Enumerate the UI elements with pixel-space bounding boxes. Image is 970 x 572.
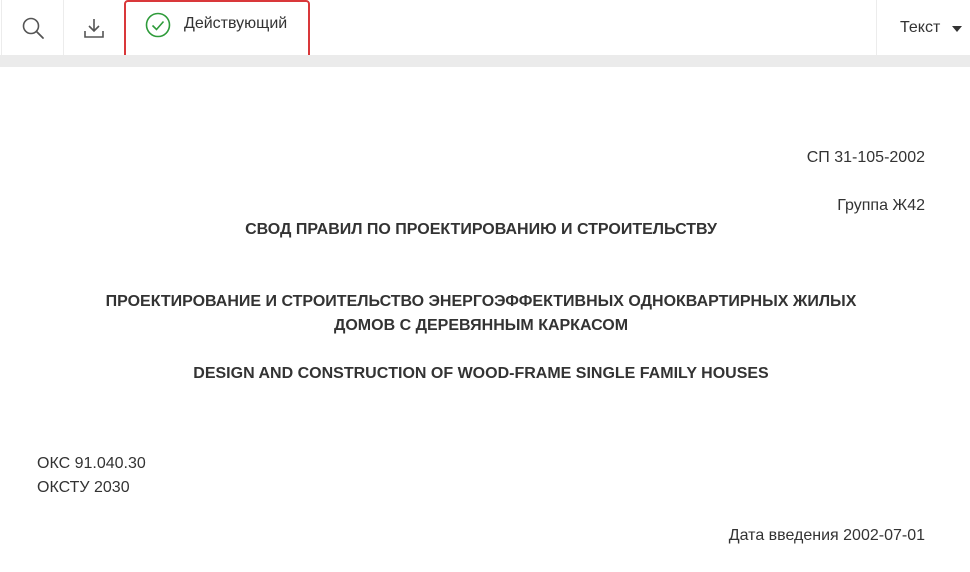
document-group: Группа Ж42	[837, 197, 925, 214]
document-title-line2: ДОМОВ С ДЕРЕВЯННЫМ КАРКАСОМ	[333, 317, 629, 334]
search-icon	[22, 17, 44, 39]
document-heading: СВОД ПРАВИЛ ПО ПРОЕКТИРОВАНИЮ И СТРОИТЕЛ…	[245, 221, 717, 238]
status-badge[interactable]: Действующий	[124, 0, 310, 59]
chevron-down-icon	[952, 25, 963, 32]
document-body: СП 31-105-2002 Группа Ж42 СВОД ПРАВИЛ ПО…	[0, 67, 970, 572]
search-button[interactable]	[1, 0, 64, 55]
toolbar-divider	[0, 55, 970, 67]
view-mode-label: Текст	[900, 18, 941, 36]
document-okstu: ОКСТУ 2030	[37, 479, 130, 496]
document-code: СП 31-105-2002	[806, 149, 925, 166]
document-title-line1: ПРОЕКТИРОВАНИЕ И СТРОИТЕЛЬСТВО ЭНЕРГОЭФФ…	[105, 293, 857, 310]
document-intro-date: Дата введения 2002-07-01	[728, 527, 925, 544]
download-icon	[84, 18, 104, 38]
toolbar: Действующий Текст	[0, 0, 970, 59]
check-circle-icon	[145, 12, 171, 38]
view-mode-dropdown[interactable]: Текст	[876, 0, 970, 55]
document-title-en: DESIGN AND CONSTRUCTION OF WOOD-FRAME SI…	[193, 365, 769, 382]
download-button[interactable]	[64, 0, 124, 55]
status-label: Действующий	[184, 15, 288, 32]
document-oks: ОКС 91.040.30	[37, 455, 146, 472]
